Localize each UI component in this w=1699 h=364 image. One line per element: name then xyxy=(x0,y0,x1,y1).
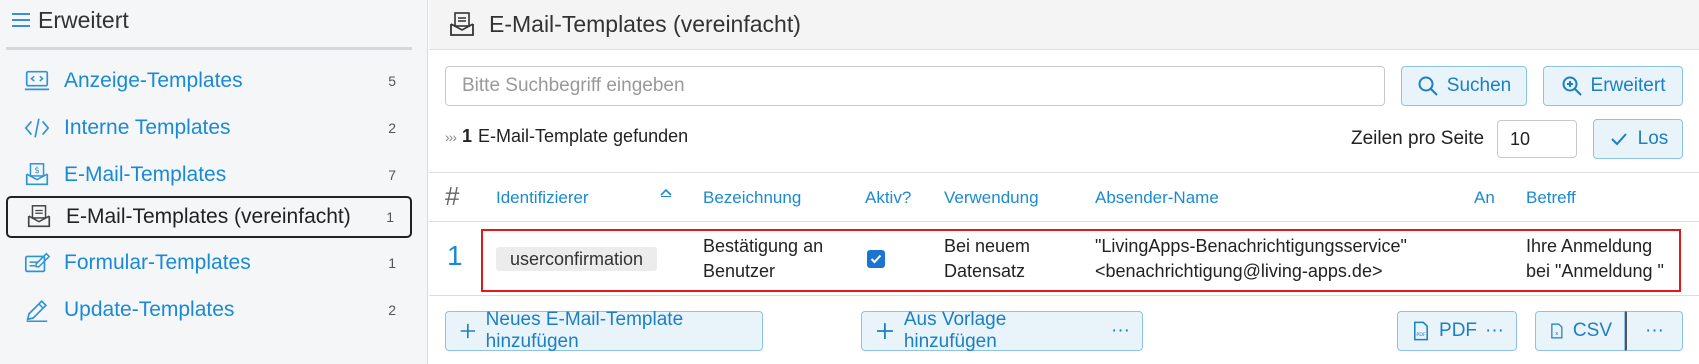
page-header: E-Mail-Templates (vereinfacht) xyxy=(429,0,1699,50)
pdf-export-label: PDF xyxy=(1439,320,1478,341)
more-dots-icon: ··· xyxy=(1645,320,1664,341)
column-header-to[interactable]: An xyxy=(1474,188,1495,208)
sidebar-item-interne-templates[interactable]: Interne Templates 2 xyxy=(6,107,412,149)
identifier-badge: userconfirmation xyxy=(496,247,658,271)
sidebar-item-label: E-Mail-Templates xyxy=(64,163,227,186)
add-email-template-button[interactable]: Neues E-Mail-Template hinzufügen xyxy=(445,309,763,352)
sidebar-item-label: Update-Templates xyxy=(64,298,235,321)
display-template-icon xyxy=(22,66,52,96)
email-template-icon: $ xyxy=(22,160,52,190)
csv-export-button[interactable]: x CSV xyxy=(1535,311,1625,351)
more-dots-icon: ··· xyxy=(1111,320,1130,341)
csv-file-icon: x xyxy=(1551,323,1563,339)
more-dots-icon: ··· xyxy=(1485,320,1504,341)
active-checkbox[interactable] xyxy=(867,250,885,268)
cell-sender-line1: "LivingApps-Benachrichtigungsservice" xyxy=(1095,236,1407,256)
add-from-template-button[interactable]: Aus Vorlage hinzufügen ··· xyxy=(861,309,1143,352)
rows-per-page-label: Zeilen pro Seite xyxy=(1351,128,1485,149)
pencil-icon xyxy=(22,295,52,325)
sidebar: Erweitert Anzeige-Templates 5 Interne Te… xyxy=(0,0,428,364)
sidebar-item-count: 2 xyxy=(388,120,396,136)
rows-per-page-input[interactable] xyxy=(1497,120,1577,158)
pdf-file-icon: PDF xyxy=(1414,321,1428,341)
csv-export-label: CSV xyxy=(1572,320,1612,341)
cell-subject-line1: Ihre Anmeldung xyxy=(1526,236,1653,256)
go-button[interactable]: Los xyxy=(1593,119,1683,159)
search-button[interactable]: Suchen xyxy=(1401,66,1527,106)
pdf-export-button[interactable]: PDF PDF ··· xyxy=(1397,311,1517,351)
plus-icon xyxy=(460,323,475,339)
cell-usage: Bei neuem Datensatz xyxy=(944,234,1030,284)
sidebar-item-label: Anzeige-Templates xyxy=(64,69,243,92)
row-highlight-box xyxy=(481,229,1681,292)
svg-text:x: x xyxy=(1555,331,1558,337)
table-header: # Identifizierer Bezeichnung Aktiv? Verw… xyxy=(429,172,1699,222)
cell-name: Bestätigung an Benutzer xyxy=(703,234,823,284)
sidebar-item-email-templates-vereinfacht[interactable]: E-Mail-Templates (vereinfacht) 1 xyxy=(6,196,412,238)
results-number: 1 xyxy=(462,126,473,146)
sidebar-divider xyxy=(6,47,412,50)
plus-icon xyxy=(876,323,893,339)
cell-usage-line1: Bei neuem xyxy=(944,236,1031,256)
menu-icon[interactable] xyxy=(10,9,32,31)
sidebar-item-label: Formular-Templates xyxy=(64,251,251,274)
advanced-search-label: Erweitert xyxy=(1590,75,1666,96)
sidebar-item-anzeige-templates[interactable]: Anzeige-Templates 5 xyxy=(6,60,412,102)
email-simple-icon xyxy=(450,11,474,36)
page-title: E-Mail-Templates (vereinfacht) xyxy=(489,11,801,37)
sidebar-item-count: 7 xyxy=(388,167,396,183)
row-number[interactable]: 1 xyxy=(447,240,463,272)
column-header-number: # xyxy=(445,181,460,211)
code-icon xyxy=(22,113,52,143)
svg-text:PDF: PDF xyxy=(1416,332,1426,338)
more-actions-button[interactable]: ··· xyxy=(1625,311,1683,351)
sidebar-title: Erweitert xyxy=(38,6,129,33)
email-simple-icon xyxy=(24,202,54,232)
column-header-sender[interactable]: Absender-Name xyxy=(1095,188,1219,208)
sidebar-item-update-templates[interactable]: Update-Templates 2 xyxy=(6,289,412,331)
search-input[interactable] xyxy=(445,66,1385,106)
go-button-label: Los xyxy=(1637,128,1669,149)
cell-sender: "LivingApps-Benachrichtigungsservice" <b… xyxy=(1095,234,1407,284)
cell-subject-line2: bei "Anmeldung " xyxy=(1526,261,1664,281)
column-header-name[interactable]: Bezeichnung xyxy=(703,188,801,208)
cell-subject: Ihre Anmeldung bei "Anmeldung " xyxy=(1526,234,1664,284)
results-count: ››› 1 E-Mail-Template gefunden xyxy=(445,126,688,147)
results-text: E-Mail-Template gefunden xyxy=(478,126,689,146)
table-row[interactable]: 1 userconfirmation Bestätigung an Benutz… xyxy=(429,222,1699,296)
sidebar-item-count: 5 xyxy=(388,73,396,89)
sidebar-item-count: 1 xyxy=(386,209,394,225)
sidebar-item-email-templates[interactable]: $ E-Mail-Templates 7 xyxy=(6,154,412,196)
column-header-identifier[interactable]: Identifizierer xyxy=(496,188,589,208)
sidebar-item-count: 2 xyxy=(388,302,396,318)
search-button-label: Suchen xyxy=(1446,75,1512,96)
svg-text:$: $ xyxy=(34,165,39,175)
cell-sender-line2: <benachrichtigung@living-apps.de> xyxy=(1095,261,1383,281)
advanced-search-button[interactable]: Erweitert xyxy=(1543,66,1683,106)
zoom-in-icon xyxy=(1562,76,1582,96)
triple-chevron-icon: ››› xyxy=(445,128,457,145)
search-icon xyxy=(1418,76,1438,96)
cell-name-line1: Bestätigung an xyxy=(703,236,824,256)
sidebar-item-label: Interne Templates xyxy=(64,116,231,139)
main-panel: E-Mail-Templates (vereinfacht) Suchen Er… xyxy=(429,0,1699,364)
checkmark-icon xyxy=(870,254,882,264)
sidebar-item-count: 1 xyxy=(388,255,396,271)
form-edit-icon xyxy=(22,248,52,278)
add-from-template-label: Aus Vorlage hinzufügen xyxy=(903,309,1007,352)
sort-ascending-icon[interactable] xyxy=(659,187,673,197)
sidebar-header: Erweitert xyxy=(10,2,129,38)
sidebar-item-label: E-Mail-Templates (vereinfacht) xyxy=(66,205,351,228)
column-header-usage[interactable]: Verwendung xyxy=(944,188,1039,208)
column-header-subject[interactable]: Betreff xyxy=(1526,188,1576,208)
check-icon xyxy=(1610,133,1627,146)
sidebar-item-formular-templates[interactable]: Formular-Templates 1 xyxy=(6,242,412,284)
add-email-template-label: Neues E-Mail-Template hinzufügen xyxy=(485,309,684,352)
cell-usage-line2: Datensatz xyxy=(944,261,1026,281)
cell-name-line2: Benutzer xyxy=(703,261,776,281)
column-header-active[interactable]: Aktiv? xyxy=(865,188,911,208)
